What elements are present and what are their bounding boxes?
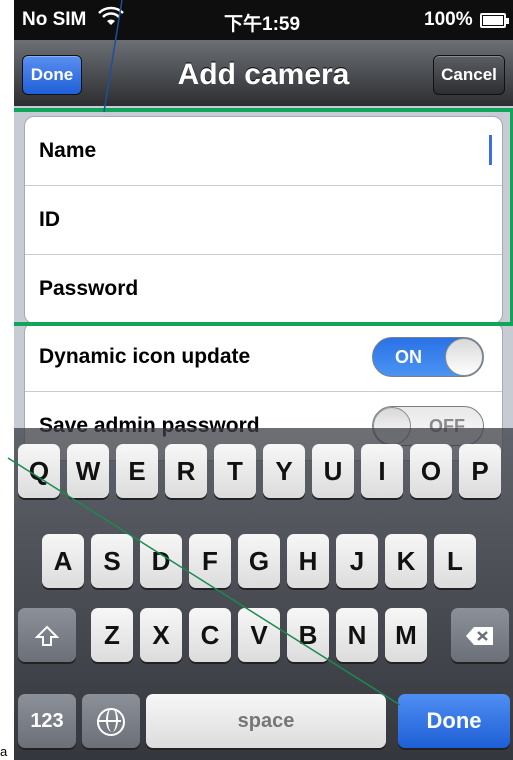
cancel-button[interactable]: Cancel bbox=[433, 55, 505, 95]
id-field-label: ID bbox=[39, 208, 60, 231]
status-bar: No SIM 下午1:59 100% bbox=[14, 0, 513, 40]
key-b[interactable]: B bbox=[287, 608, 329, 662]
key-c[interactable]: C bbox=[189, 608, 231, 662]
id-field[interactable]: ID bbox=[25, 186, 502, 255]
key-q[interactable]: Q bbox=[18, 444, 60, 498]
clock-time: 下午1:59 bbox=[224, 14, 301, 35]
password-field-label: Password bbox=[39, 277, 139, 300]
key-x[interactable]: X bbox=[140, 608, 182, 662]
key-y[interactable]: Y bbox=[263, 444, 305, 498]
key-u[interactable]: U bbox=[312, 444, 354, 498]
wifi-icon bbox=[98, 6, 124, 34]
name-field-label: Name bbox=[39, 139, 97, 162]
dynamic-icon-update-row: Dynamic icon update ON bbox=[25, 323, 502, 392]
numbers-key[interactable]: 123 bbox=[18, 694, 76, 748]
carrier-label: No SIM bbox=[22, 9, 87, 30]
key-d[interactable]: D bbox=[140, 534, 182, 588]
key-l[interactable]: L bbox=[434, 534, 476, 588]
space-key[interactable]: space bbox=[146, 694, 386, 748]
backspace-icon bbox=[465, 624, 495, 646]
key-z[interactable]: Z bbox=[91, 608, 133, 662]
key-f[interactable]: F bbox=[189, 534, 231, 588]
dynamic-icon-update-toggle[interactable]: ON bbox=[372, 337, 484, 377]
phone-screen: No SIM 下午1:59 100% Done Add camera Cance… bbox=[14, 0, 513, 760]
key-g[interactable]: G bbox=[238, 534, 280, 588]
toggle-state-on: ON bbox=[395, 347, 422, 367]
text-cursor bbox=[489, 135, 492, 165]
globe-key[interactable] bbox=[82, 694, 140, 748]
key-s[interactable]: S bbox=[91, 534, 133, 588]
key-n[interactable]: N bbox=[336, 608, 378, 662]
onscreen-keyboard: Q W E R T Y U I O P A S D F G H J K L Z … bbox=[14, 428, 513, 760]
globe-icon bbox=[97, 707, 125, 736]
shift-key[interactable] bbox=[18, 608, 76, 662]
key-i[interactable]: I bbox=[361, 444, 403, 498]
navigation-bar: Done Add camera Cancel bbox=[14, 40, 513, 107]
key-m[interactable]: M bbox=[385, 608, 427, 662]
dynamic-icon-update-label: Dynamic icon update bbox=[39, 345, 251, 368]
key-w[interactable]: W bbox=[67, 444, 109, 498]
key-o[interactable]: O bbox=[410, 444, 452, 498]
key-j[interactable]: J bbox=[336, 534, 378, 588]
battery-icon bbox=[480, 13, 509, 28]
key-h[interactable]: H bbox=[287, 534, 329, 588]
key-k[interactable]: K bbox=[385, 534, 427, 588]
password-field[interactable]: Password bbox=[25, 255, 502, 323]
delete-key[interactable] bbox=[451, 608, 509, 662]
shift-icon bbox=[34, 624, 60, 646]
keyboard-done-key[interactable]: Done bbox=[398, 694, 510, 748]
key-p[interactable]: P bbox=[459, 444, 501, 498]
name-field[interactable]: Name bbox=[25, 117, 502, 186]
key-t[interactable]: T bbox=[214, 444, 256, 498]
battery-percent: 100% bbox=[424, 9, 473, 30]
key-a[interactable]: A bbox=[42, 534, 84, 588]
key-r[interactable]: R bbox=[165, 444, 207, 498]
key-e[interactable]: E bbox=[116, 444, 158, 498]
camera-fields-group: Name ID Password bbox=[24, 116, 503, 324]
annotation-label: a bbox=[0, 744, 8, 759]
key-v[interactable]: V bbox=[238, 608, 280, 662]
toggle-knob bbox=[445, 338, 483, 376]
